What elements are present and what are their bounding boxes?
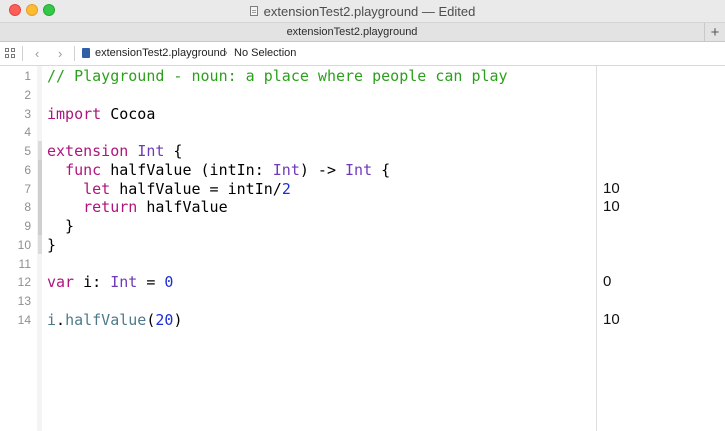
code-line[interactable]: 12 var i: Int = 00 <box>0 273 725 292</box>
title-bar: extensionTest2.playground — Edited <box>0 0 725 23</box>
line-number: 13 <box>17 294 31 308</box>
line-number: 4 <box>24 125 31 140</box>
code-text[interactable]: func halfValue (intIn: Int) -> Int { <box>47 161 390 180</box>
result-value[interactable]: 0 <box>603 273 611 292</box>
code-line[interactable]: 6 func halfValue (intIn: Int) -> Int { <box>0 161 725 180</box>
code-text[interactable]: } <box>47 217 74 236</box>
code-line[interactable]: 2 <box>0 86 725 105</box>
jump-bar-divider <box>22 46 23 61</box>
code-text[interactable]: let halfValue = intIn/2 <box>47 180 291 199</box>
code-line[interactable]: 9 } <box>0 217 725 236</box>
code-token-plain: { <box>164 142 183 160</box>
code-text[interactable]: var i: Int = 0 <box>47 273 173 292</box>
line-number: 14 <box>17 312 31 327</box>
line-number: 11 <box>18 256 31 271</box>
code-line[interactable]: 11 <box>0 255 725 274</box>
line-number: 6 <box>24 162 31 177</box>
related-items-grid-icon[interactable] <box>5 48 16 59</box>
code-line[interactable]: 4 <box>0 123 725 142</box>
code-text[interactable]: return halfValue <box>47 198 228 217</box>
playground-document-icon <box>249 6 258 16</box>
code-token-plain: halfValue <box>137 198 228 217</box>
code-token-comment: // Playground - noun: a place where peop… <box>47 67 508 85</box>
tab-label: extensionTest2.playground <box>286 26 418 38</box>
line-number: 7 <box>24 181 31 196</box>
line-number: 10 <box>17 237 31 252</box>
line-number: 9 <box>24 219 31 233</box>
code-token-keyword: return <box>83 198 138 217</box>
playground-file-icon <box>82 48 90 58</box>
code-token-plain: ) -> <box>299 160 346 179</box>
code-token-keyword: import <box>47 104 102 123</box>
add-tab-button[interactable]: + <box>704 23 725 41</box>
code-line[interactable]: 3 import Cocoa <box>0 105 725 124</box>
code-line[interactable]: 10} <box>0 236 725 255</box>
code-token-plain: halfValue (intIn: <box>101 160 273 179</box>
code-token-type: Int <box>137 142 165 160</box>
jump-bar-divider <box>74 46 75 61</box>
code-token-type: Int <box>272 160 300 179</box>
code-token-keyword: func <box>65 160 102 179</box>
code-token-plain: ) <box>173 310 183 329</box>
code-token-ident: i <box>47 310 57 329</box>
code-line[interactable]: 14 i.halfValue(20) 10 <box>0 311 725 330</box>
playground-window: extensionTest2.playground — Edited exten… <box>0 0 725 431</box>
code-text[interactable]: // Playground - noun: a place where peop… <box>47 67 508 86</box>
code-token-type: Int <box>345 160 373 179</box>
code-token-plain: } <box>47 217 75 235</box>
breadcrumb-chevron-icon: › <box>224 47 228 59</box>
forward-arrow-icon[interactable]: › <box>58 46 62 61</box>
code-text[interactable]: i.halfValue(20) <box>47 311 182 330</box>
line-number: 12 <box>17 275 31 290</box>
code-editor[interactable]: 1 // Playground - noun: a place where peo… <box>0 66 725 431</box>
tab-bar: extensionTest2.playground + <box>0 23 725 42</box>
result-value[interactable]: 10 <box>603 180 620 199</box>
line-number: 5 <box>24 144 31 158</box>
line-number: 2 <box>24 87 31 102</box>
code-token-plain: { <box>372 160 391 179</box>
code-text[interactable]: extension Int { <box>47 142 182 161</box>
code-token-keyword: let <box>83 179 111 198</box>
breadcrumb-selection[interactable]: No Selection <box>234 47 296 60</box>
code-line[interactable]: 8 return halfValue 10 <box>0 198 725 217</box>
code-token-keyword: extension <box>47 142 129 160</box>
code-line[interactable]: 13 <box>0 292 725 311</box>
code-token-keyword: var <box>47 273 75 292</box>
code-token-number: 0 <box>164 273 174 292</box>
plus-icon: + <box>710 23 720 41</box>
code-text[interactable]: } <box>47 236 56 255</box>
line-number: 8 <box>24 200 31 215</box>
back-arrow-icon[interactable]: ‹ <box>35 46 39 61</box>
line-number: 3 <box>24 106 31 121</box>
code-token-plain: } <box>47 235 57 254</box>
result-value[interactable]: 10 <box>603 198 620 217</box>
code-token-plain: halfValue = intIn/ <box>110 179 282 198</box>
tab-playground[interactable]: extensionTest2.playground <box>0 23 704 41</box>
code-line[interactable]: 5 extension Int { <box>0 142 725 161</box>
code-token-plain: = <box>137 273 165 292</box>
code-token-number: 20 <box>155 310 174 329</box>
window-title-container: extensionTest2.playground — Edited <box>0 0 725 22</box>
code-token-number: 2 <box>281 179 291 198</box>
code-token-plain: Cocoa <box>101 104 156 123</box>
code-text[interactable]: import Cocoa <box>47 105 155 124</box>
code-token-plain: . <box>56 310 66 329</box>
line-number: 1 <box>24 69 31 83</box>
code-token-plain: i: <box>74 273 111 292</box>
code-token-ident: halfValue <box>65 310 147 329</box>
breadcrumb-file[interactable]: extensionTest2.playground <box>95 47 226 60</box>
result-value[interactable]: 10 <box>603 311 620 330</box>
code-line[interactable]: 1 // Playground - noun: a place where peo… <box>0 67 725 86</box>
code-token-type: Int <box>110 273 138 292</box>
jump-bar: ‹ › extensionTest2.playground › No Selec… <box>0 42 725 66</box>
code-line[interactable]: 7 let halfValue = intIn/2 10 <box>0 180 725 199</box>
window-title: extensionTest2.playground — Edited <box>263 3 476 19</box>
